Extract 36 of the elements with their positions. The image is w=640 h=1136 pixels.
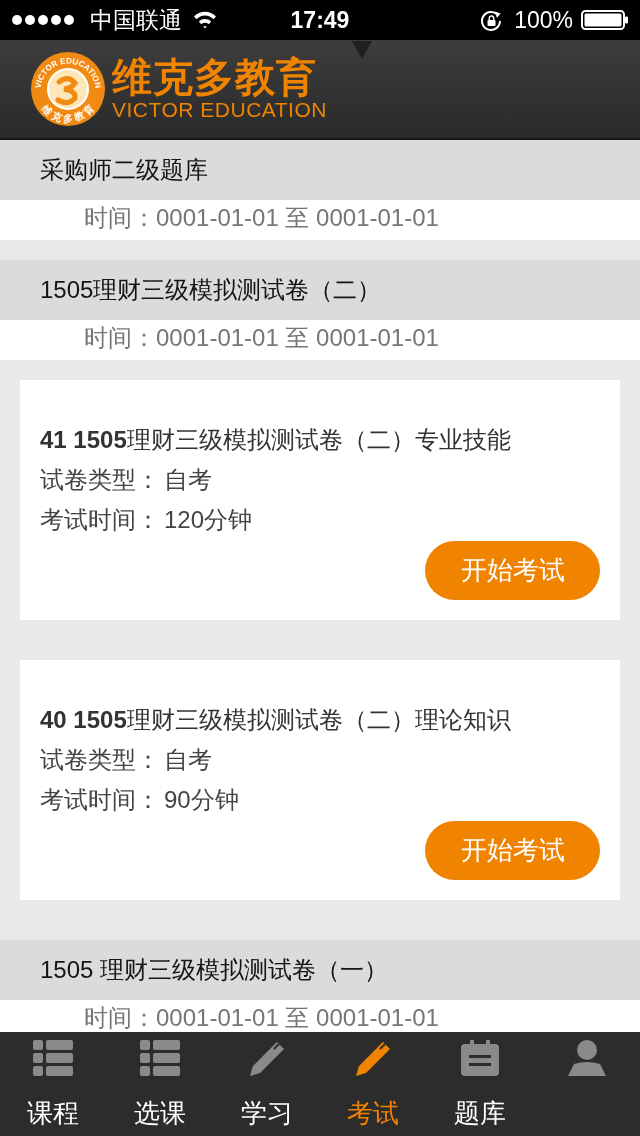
tab-button[interactable]: 选课 (106, 1032, 214, 1136)
pencil-icon (356, 1042, 391, 1076)
list-icon (140, 1040, 180, 1076)
person-icon (567, 1040, 606, 1076)
field-value: 90分钟 (164, 785, 239, 815)
pencil-icon (249, 1042, 284, 1076)
field-label: 考试时间： (40, 785, 160, 815)
tab-button[interactable]: 课程 (0, 1032, 107, 1136)
section-title: 1505理财三级模拟测试卷（二） (40, 275, 382, 305)
field-label: 试卷类型： (40, 745, 160, 775)
exam-title: 40 1505理财三级模拟测试卷（二）理论知识 (40, 705, 512, 735)
section-title: 1505 理财三级模拟测试卷（一） (40, 955, 389, 985)
date-range-text: 时间：0001-01-01 至 0001-01-01 (84, 204, 440, 232)
tab-button[interactable]: 题库 (426, 1032, 534, 1136)
date-range-text: 时间：0001-01-01 至 0001-01-01 (84, 324, 440, 352)
list-icon (33, 1040, 74, 1076)
field-value: 自考 (164, 465, 212, 495)
field-label: 考试时间： (40, 505, 160, 535)
exam-title: 41 1505理财三级模拟测试卷（二）专业技能 (40, 425, 512, 455)
field-value: 120分钟 (164, 505, 253, 535)
field-label: 试卷类型： (40, 465, 160, 495)
brand-subtitle: VICTOR EDUCATION (112, 98, 327, 122)
clock-time: 17:49 (290, 6, 350, 34)
carrier-name: 中国联通 (90, 5, 182, 35)
brand-name: 维克多教育 (112, 56, 317, 98)
field-value: 自考 (164, 745, 212, 775)
clipboard-icon (461, 1040, 499, 1076)
date-range-text: 时间：0001-01-01 至 0001-01-01 (84, 1004, 440, 1032)
tab-button[interactable]: 考试 (320, 1032, 427, 1136)
signal-icon (12, 15, 74, 25)
tab-button[interactable]: 学习 (213, 1032, 320, 1136)
rotation-lock-icon (481, 9, 503, 31)
battery-icon (581, 10, 628, 30)
section-title: 采购师二级题库 (40, 155, 208, 185)
wifi-icon (194, 11, 216, 29)
battery-percent: 100% (514, 6, 573, 34)
